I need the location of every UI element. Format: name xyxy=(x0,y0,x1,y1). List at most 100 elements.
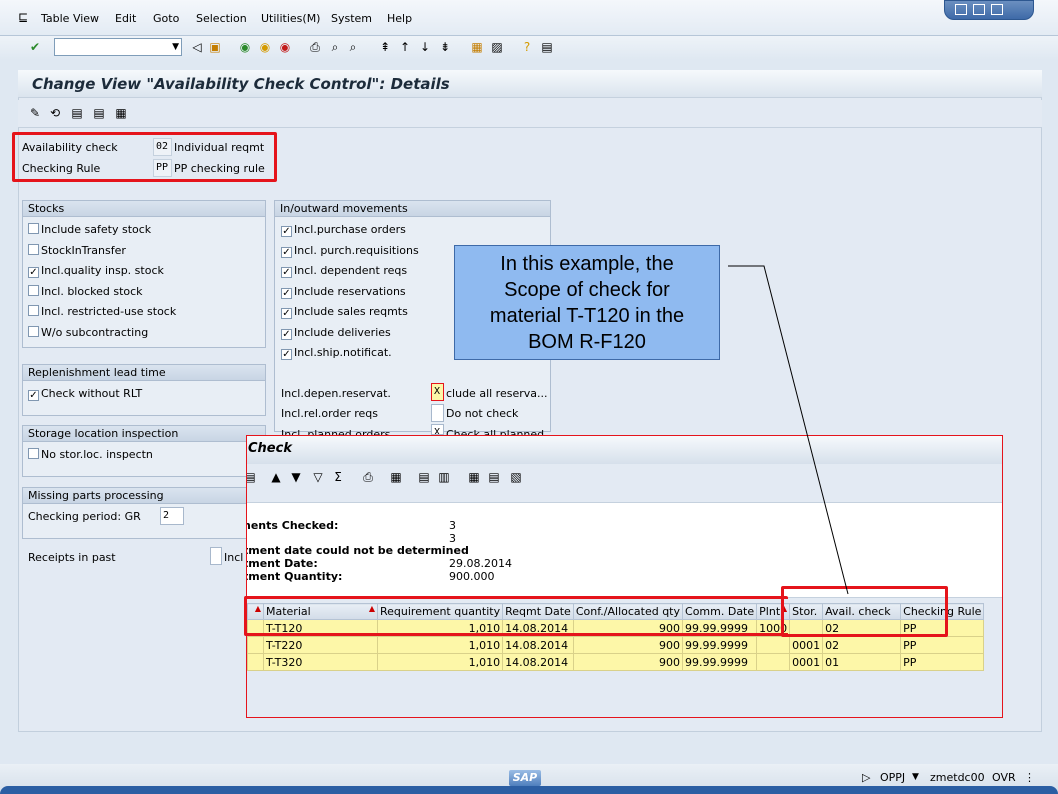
help-icon[interactable]: ? xyxy=(520,40,534,54)
checkbox-label: W/o subcontracting xyxy=(41,326,149,339)
receipts-input[interactable] xyxy=(210,547,222,565)
checkbox[interactable]: ✓ xyxy=(281,226,292,237)
menu-icon[interactable]: ⊑ xyxy=(18,10,28,24)
choose-layout-icon[interactable]: ▤ xyxy=(487,470,501,484)
checkbox[interactable]: ✓ xyxy=(281,247,292,258)
table-row[interactable]: T-T320 1,010 14.08.2014 900 99.99.9999 0001 … xyxy=(247,653,985,671)
menu-goto[interactable]: Goto xyxy=(153,12,179,25)
menu-help[interactable]: Help xyxy=(387,12,412,25)
columns-highlight-box xyxy=(781,586,948,637)
layout-grid-icon[interactable]: ▦ xyxy=(467,470,481,484)
chevron-down-icon[interactable]: ▼ xyxy=(912,772,919,782)
stock-blocked-row[interactable]: Incl. blocked stock xyxy=(28,285,143,301)
checkbox[interactable] xyxy=(28,223,39,234)
word-processing-icon[interactable]: ▤ xyxy=(417,470,431,484)
checkbox[interactable] xyxy=(28,326,39,337)
maximize-icon[interactable] xyxy=(973,4,985,15)
new-session-icon[interactable]: ▦ xyxy=(470,40,484,54)
save-icon[interactable]: ▣ xyxy=(208,40,222,54)
checkbox-label: Include deliveries xyxy=(294,326,391,339)
save-layout-icon[interactable]: ▧ xyxy=(509,470,523,484)
rel-order-input[interactable] xyxy=(431,404,444,422)
checkbox[interactable]: ✓ xyxy=(281,288,292,299)
menu-system[interactable]: System xyxy=(331,12,372,25)
previous-entry-icon[interactable]: ▤ xyxy=(70,106,84,120)
popup-title: y Check xyxy=(247,441,292,456)
back-arrow-icon[interactable]: ◁ xyxy=(190,40,204,54)
row-highlight-box xyxy=(244,596,788,636)
cancel-icon[interactable]: ◉ xyxy=(278,40,292,54)
checkbox[interactable] xyxy=(28,448,39,459)
checkbox[interactable] xyxy=(28,244,39,255)
checkbox[interactable]: ✓ xyxy=(28,267,39,278)
table-row[interactable]: T-T220 1,010 14.08.2014 900 99.99.9999 0001 … xyxy=(247,636,985,654)
check-without-rlt-row[interactable]: ✓ Check without RLT xyxy=(28,387,142,403)
incl-purch-req-row[interactable]: ✓ Incl. purch.requisitions xyxy=(281,244,419,260)
layout-icon[interactable]: ▤ xyxy=(540,40,554,54)
menu-table-view[interactable]: Table View xyxy=(41,12,99,25)
other-entry-icon[interactable]: ⟲ xyxy=(48,106,62,120)
movements-title: In/outward movements xyxy=(275,201,550,217)
replenishment-title: Replenishment lead time xyxy=(23,365,265,381)
checkbox-label: Incl.quality insp. stock xyxy=(41,264,164,277)
stock-restricted-row[interactable]: Incl. restricted-use stock xyxy=(28,305,176,321)
stock-transfer-row[interactable]: StockInTransfer xyxy=(28,244,126,260)
stock-subcontract-row[interactable]: W/o subcontracting xyxy=(28,326,148,342)
play-icon[interactable]: ▷ xyxy=(862,771,870,784)
depen-reservat-input[interactable]: X xyxy=(431,383,444,401)
include-sales-reqmts-row[interactable]: ✓ Include sales reqmts xyxy=(281,305,408,321)
details-icon[interactable]: ▤ xyxy=(247,470,257,484)
menu-edit[interactable]: Edit xyxy=(115,12,136,25)
last-page-icon[interactable]: ⇟ xyxy=(438,40,452,54)
sort-ascending-icon[interactable]: ▲ xyxy=(269,470,283,484)
select-all-icon[interactable]: ▦ xyxy=(114,106,128,120)
export-icon[interactable]: ▦ xyxy=(389,470,403,484)
chart-icon[interactable]: ▥ xyxy=(437,470,451,484)
checkbox[interactable]: ✓ xyxy=(281,308,292,319)
stock-quality-row[interactable]: ✓ Incl.quality insp. stock xyxy=(28,264,164,280)
include-reservations-row[interactable]: ✓ Include reservations xyxy=(281,285,406,301)
menu-selection[interactable]: Selection xyxy=(196,12,247,25)
include-deliveries-row[interactable]: ✓ Include deliveries xyxy=(281,326,391,342)
checkbox[interactable]: ✓ xyxy=(281,349,292,360)
enter-check-icon[interactable]: ✔ xyxy=(28,40,42,54)
display-change-icon[interactable]: ✎ xyxy=(28,106,42,120)
shortcut-icon[interactable]: ▨ xyxy=(490,40,504,54)
checkbox[interactable]: ✓ xyxy=(281,267,292,278)
prev-page-icon[interactable]: ↑ xyxy=(398,40,412,54)
incl-ship-notificat-row[interactable]: ✓ Incl.ship.notificat. xyxy=(281,346,392,362)
depen-reservat-label: Incl.depen.reservat. xyxy=(281,387,391,400)
next-page-icon[interactable]: ↓ xyxy=(418,40,432,54)
checkbox[interactable] xyxy=(28,285,39,296)
sum-icon[interactable]: Σ xyxy=(331,470,345,484)
command-field[interactable]: ▼ xyxy=(54,38,182,56)
menu-utilities[interactable]: Utilities(M) xyxy=(261,12,320,25)
filter-icon[interactable]: ▽ xyxy=(311,470,325,484)
checking-period-input[interactable]: 2 xyxy=(160,507,184,525)
print-icon[interactable]: ⎙ xyxy=(308,40,322,54)
no-storloc-row[interactable]: No stor.loc. inspectn xyxy=(28,448,153,464)
find-next-icon[interactable]: ⌕ xyxy=(346,40,360,54)
status-system[interactable]: OPPJ xyxy=(880,771,905,784)
print-preview-icon[interactable]: ⎙ xyxy=(361,470,375,484)
checkbox[interactable]: ✓ xyxy=(281,329,292,340)
rel-order-label: Incl.rel.order reqs xyxy=(281,407,379,420)
first-page-icon[interactable]: ⇞ xyxy=(378,40,392,54)
checkbox[interactable] xyxy=(28,305,39,316)
close-icon[interactable] xyxy=(991,4,1003,15)
find-icon[interactable]: ⌕ xyxy=(328,40,342,54)
incl-dependent-reqs-row[interactable]: ✓ Incl. dependent reqs xyxy=(281,264,407,280)
sort-descending-icon[interactable]: ▼ xyxy=(289,470,303,484)
checkbox[interactable]: ✓ xyxy=(28,390,39,401)
missing-parts-title: Missing parts processing xyxy=(23,488,265,504)
stock-safety-row[interactable]: Include safety stock xyxy=(28,223,151,239)
checkbox-label: Incl. restricted-use stock xyxy=(41,305,177,318)
info-value: 900.000 xyxy=(449,570,495,583)
minimize-icon[interactable] xyxy=(955,4,967,15)
back-icon[interactable]: ◉ xyxy=(238,40,252,54)
incl-purchase-orders-row[interactable]: ✓ Incl.purchase orders xyxy=(281,223,406,239)
chevron-down-icon[interactable]: ▼ xyxy=(172,42,179,52)
planned-orders-input[interactable]: X xyxy=(431,424,444,435)
next-entry-icon[interactable]: ▤ xyxy=(92,106,106,120)
exit-icon[interactable]: ◉ xyxy=(258,40,272,54)
